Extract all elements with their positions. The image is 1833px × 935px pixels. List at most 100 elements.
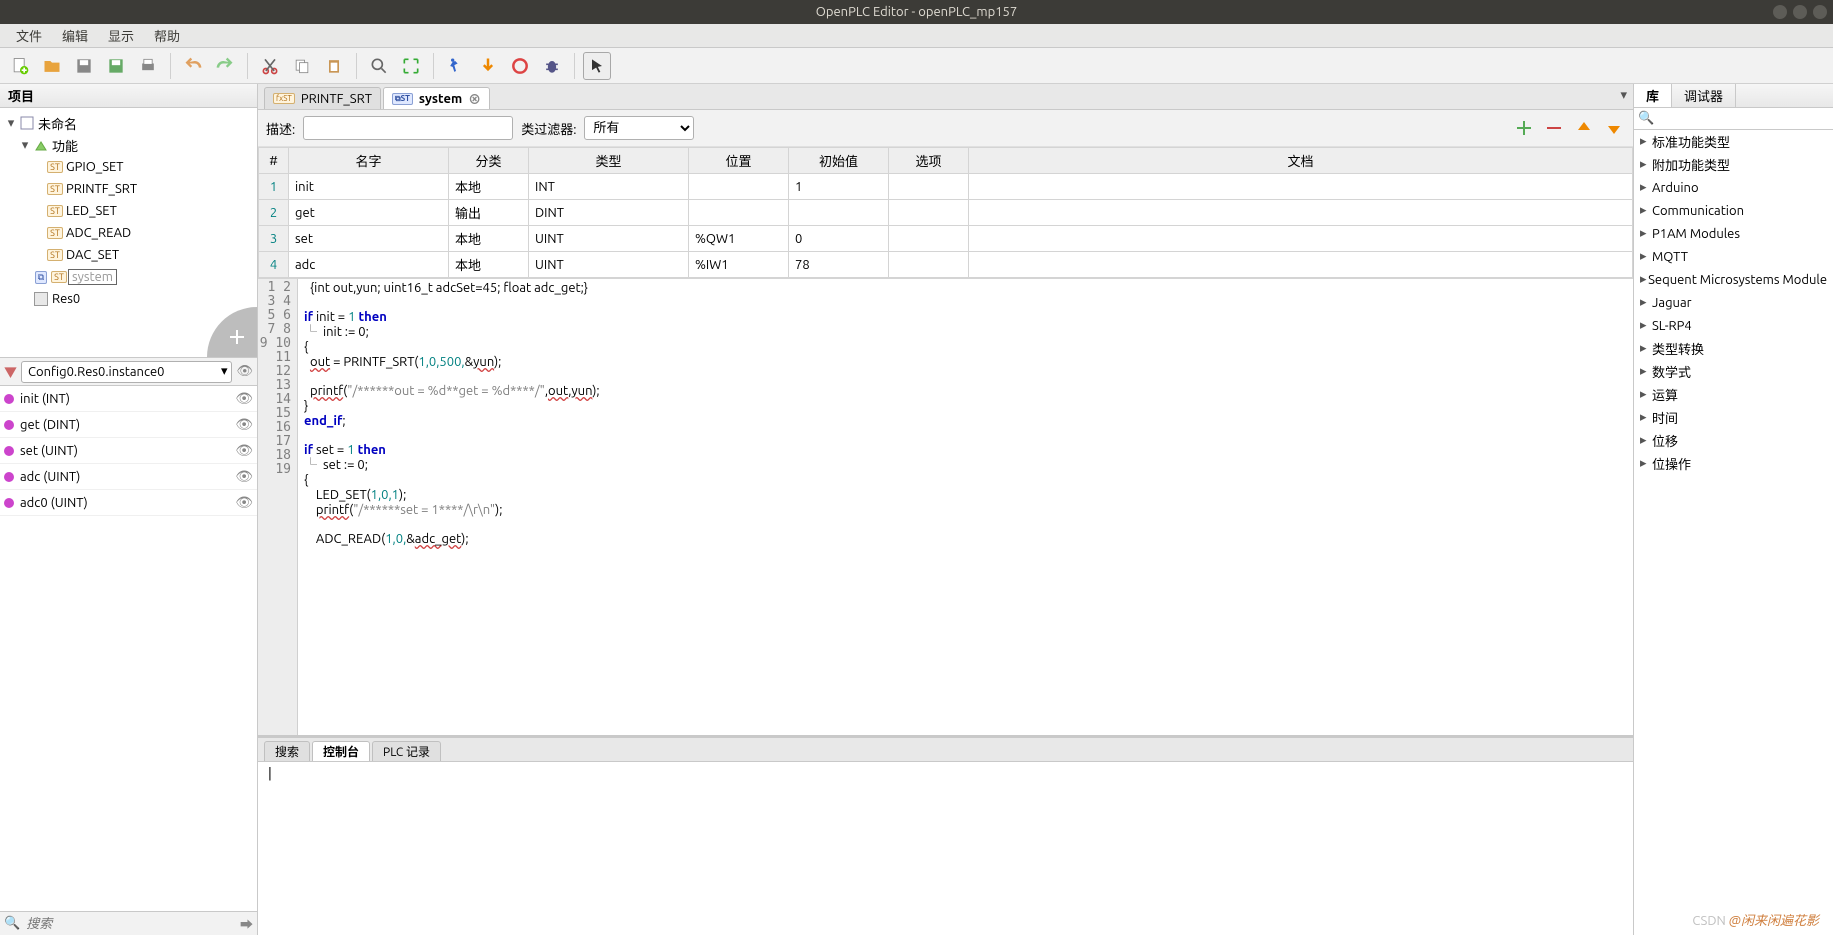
- debug-eye-icon[interactable]: 👁: [236, 364, 253, 379]
- dbg-get[interactable]: get (DINT): [20, 418, 235, 432]
- table-row[interactable]: 4adc本地UINT%IW178: [259, 252, 1633, 278]
- bug-icon[interactable]: [538, 52, 566, 80]
- lib-math[interactable]: 数学式: [1652, 362, 1691, 381]
- eye-icon[interactable]: 👁: [235, 442, 253, 459]
- lib-shift[interactable]: 位移: [1652, 431, 1678, 450]
- tree-adcread[interactable]: ADC_READ: [64, 226, 131, 240]
- desc-input[interactable]: [303, 116, 513, 140]
- tree-dacset[interactable]: DAC_SET: [64, 248, 119, 262]
- debug-list: init (INT)👁 get (DINT)👁 set (UINT)👁 adc …: [0, 386, 257, 911]
- code-editor[interactable]: {int out,yun; uint16_t adcSet=45; float …: [298, 279, 1633, 735]
- run-icon[interactable]: [442, 52, 470, 80]
- dbg-set[interactable]: set (UINT): [20, 444, 235, 458]
- library-tree[interactable]: ▸标准功能类型 ▸附加功能类型 ▸Arduino ▸Communication …: [1634, 130, 1833, 935]
- maximize-button[interactable]: [1793, 5, 1807, 19]
- stop-icon[interactable]: [506, 52, 534, 80]
- filter-label: 类过滤器:: [521, 119, 576, 138]
- close-button[interactable]: [1813, 5, 1827, 19]
- console-output[interactable]: |: [258, 762, 1633, 935]
- copy-icon[interactable]: [288, 52, 316, 80]
- eye-icon[interactable]: 👁: [235, 390, 253, 407]
- tree-gpio[interactable]: GPIO_SET: [64, 160, 124, 174]
- variable-table[interactable]: #名字 分类类型 位置初始值 选项文档 1init本地INT12get输出DIN…: [258, 147, 1633, 278]
- lib-seq[interactable]: Sequent Microsystems Module: [1648, 273, 1827, 287]
- rtab-lib[interactable]: 库: [1634, 84, 1672, 107]
- add-fab-button[interactable]: [207, 307, 257, 357]
- tree-root[interactable]: 未命名: [36, 114, 77, 133]
- eye-icon[interactable]: 👁: [235, 494, 253, 511]
- open-icon[interactable]: [38, 52, 66, 80]
- down-var-icon[interactable]: [1603, 117, 1625, 139]
- lib-calc[interactable]: 运算: [1652, 385, 1678, 404]
- tree-func-group[interactable]: 功能: [50, 136, 78, 155]
- table-row[interactable]: 1init本地INT1: [259, 174, 1633, 200]
- table-row[interactable]: 2get输出DINT: [259, 200, 1633, 226]
- fullscreen-icon[interactable]: [397, 52, 425, 80]
- del-var-icon[interactable]: [1543, 117, 1565, 139]
- new-icon[interactable]: [6, 52, 34, 80]
- close-tab-icon[interactable]: ⊗: [468, 89, 481, 108]
- search-icon[interactable]: [365, 52, 393, 80]
- eye-icon[interactable]: 👁: [235, 468, 253, 485]
- menu-file[interactable]: 文件: [6, 26, 52, 45]
- lib-p1am[interactable]: P1AM Modules: [1652, 227, 1740, 241]
- btab-console[interactable]: 控制台: [312, 741, 370, 761]
- line-gutter: 1 2 3 4 5 6 7 8 9 10 11 12 13 14 15 16 1…: [258, 279, 298, 735]
- menu-help[interactable]: 帮助: [144, 26, 190, 45]
- menu-edit[interactable]: 编辑: [52, 26, 98, 45]
- tabs-more-icon[interactable]: ▾: [1620, 88, 1627, 103]
- dbg-adc[interactable]: adc (UINT): [20, 470, 235, 484]
- lib-typeconv[interactable]: 类型转换: [1652, 339, 1704, 358]
- cut-icon[interactable]: [256, 52, 284, 80]
- btab-search[interactable]: 搜索: [264, 741, 310, 761]
- minimize-button[interactable]: [1773, 5, 1787, 19]
- paste-icon[interactable]: [320, 52, 348, 80]
- menubar: 文件 编辑 显示 帮助: [0, 24, 1833, 48]
- window-title: OpenPLC Editor - openPLC_mp157: [816, 5, 1017, 19]
- lib-add[interactable]: 附加功能类型: [1652, 155, 1730, 174]
- download-icon[interactable]: [474, 52, 502, 80]
- project-tree[interactable]: ▾未命名 ▾功能 STGPIO_SET STPRINTF_SRT STLED_S…: [0, 108, 257, 358]
- tree-res0[interactable]: Res0: [50, 292, 80, 306]
- debug-instance-select[interactable]: Config0.Res0.instance0▾: [21, 361, 232, 383]
- filter-select[interactable]: 所有: [584, 116, 694, 140]
- rtab-dbg[interactable]: 调试器: [1672, 84, 1736, 107]
- tab-printf[interactable]: fxSTPRINTF_SRT: [264, 87, 381, 109]
- lib-bitop[interactable]: 位操作: [1652, 454, 1691, 473]
- dbg-init[interactable]: init (INT): [20, 392, 235, 406]
- add-var-icon[interactable]: [1513, 117, 1535, 139]
- toolbar: [0, 48, 1833, 84]
- lib-time[interactable]: 时间: [1652, 408, 1678, 427]
- lib-jaguar[interactable]: Jaguar: [1652, 296, 1692, 310]
- tree-led[interactable]: LED_SET: [64, 204, 117, 218]
- btab-plclog[interactable]: PLC 记录: [372, 741, 441, 761]
- lib-comm[interactable]: Communication: [1652, 204, 1744, 218]
- dbg-adc0[interactable]: adc0 (UINT): [20, 496, 235, 510]
- table-row[interactable]: 3set本地UINT%QW10: [259, 226, 1633, 252]
- lib-arduino[interactable]: Arduino: [1652, 181, 1699, 195]
- redo-icon[interactable]: [211, 52, 239, 80]
- eye-icon[interactable]: 👁: [235, 416, 253, 433]
- menu-view[interactable]: 显示: [98, 26, 144, 45]
- cursor-icon[interactable]: [583, 52, 611, 80]
- lib-search-icon: 🔍: [1638, 111, 1654, 126]
- lib-search-input[interactable]: [1654, 112, 1829, 126]
- save-icon[interactable]: [70, 52, 98, 80]
- search-small-icon[interactable]: 🔍: [4, 916, 20, 931]
- tree-system-edit[interactable]: system: [68, 269, 117, 285]
- lib-slrp4[interactable]: SL-RP4: [1652, 319, 1692, 333]
- desc-label: 描述:: [266, 119, 295, 138]
- tree-printf[interactable]: PRINTF_SRT: [64, 182, 137, 196]
- titlebar: OpenPLC Editor - openPLC_mp157: [0, 0, 1833, 24]
- tab-system[interactable]: ⧉STsystem⊗: [383, 87, 490, 109]
- debug-filter-icon[interactable]: ▼: [4, 362, 17, 381]
- search-go-icon[interactable]: ⮕: [240, 914, 253, 933]
- search-input[interactable]: [26, 917, 234, 931]
- undo-icon[interactable]: [179, 52, 207, 80]
- up-var-icon[interactable]: [1573, 117, 1595, 139]
- saveas-icon[interactable]: [102, 52, 130, 80]
- lib-std[interactable]: 标准功能类型: [1652, 132, 1730, 151]
- print-icon[interactable]: [134, 52, 162, 80]
- lib-mqtt[interactable]: MQTT: [1652, 250, 1688, 264]
- project-panel-header: 项目: [0, 84, 257, 108]
